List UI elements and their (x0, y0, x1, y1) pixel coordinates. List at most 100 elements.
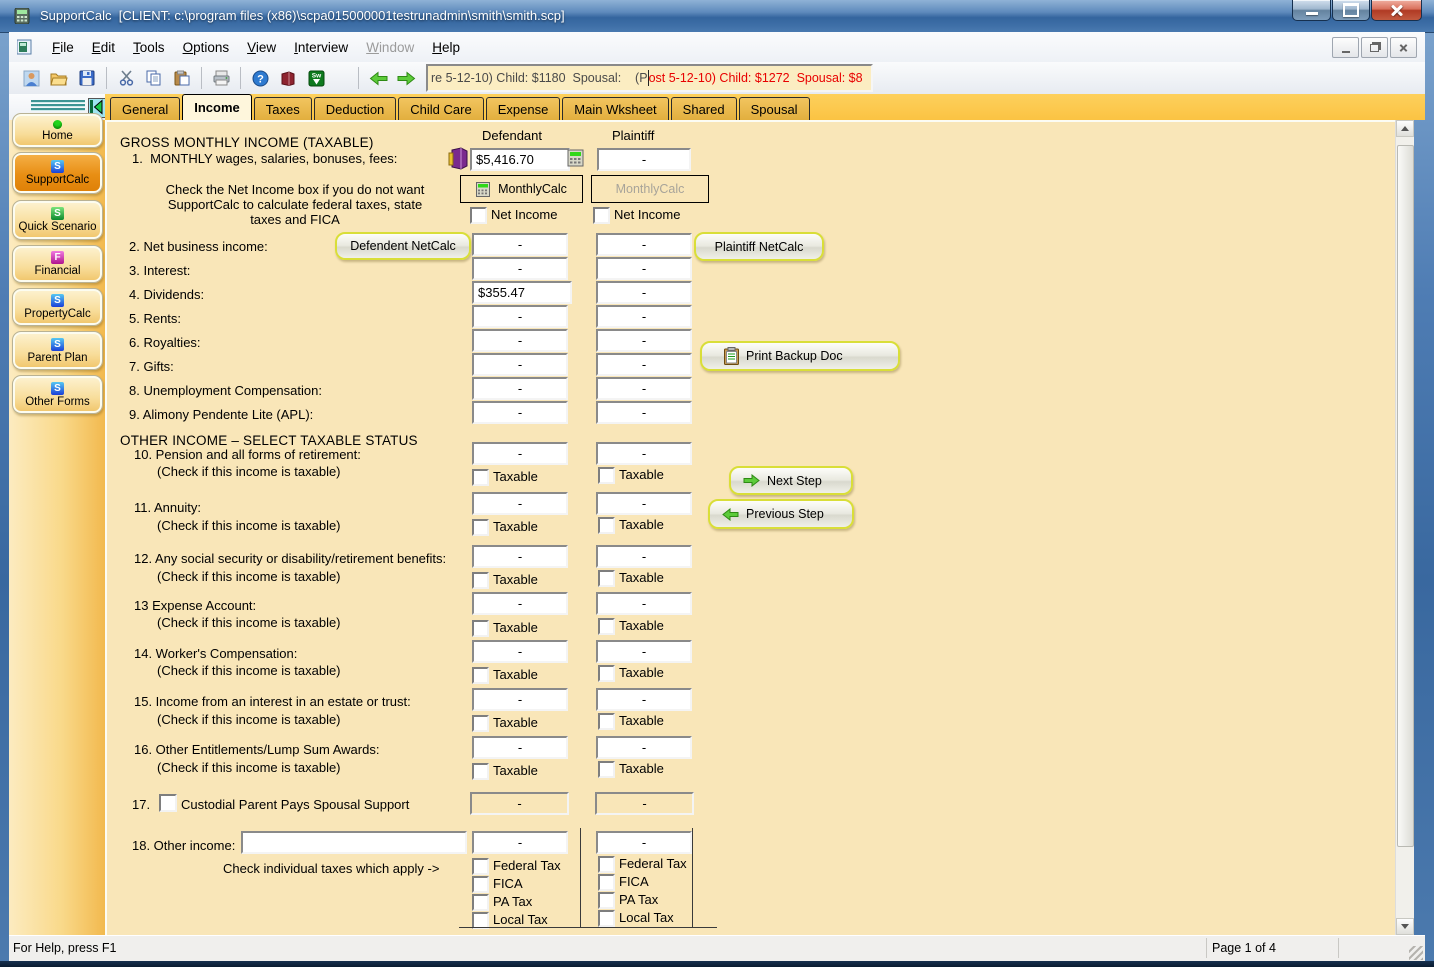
plaintiff-dividends-input[interactable]: - (596, 281, 692, 304)
cut-button[interactable] (113, 65, 139, 91)
plaintiff-workers-comp-input[interactable]: - (596, 640, 692, 663)
plaintiff-estate-trust-taxable-checkbox[interactable] (598, 713, 615, 730)
defendant-apl-input[interactable]: - (472, 401, 568, 424)
plaintiff-netcalc-button[interactable]: Plaintiff NetCalc (694, 232, 824, 261)
defendant-other-income-input[interactable]: - (472, 831, 568, 854)
mdi-restore-button[interactable] (1361, 37, 1388, 58)
sidebar-item-propertycalc[interactable]: S PropertyCalc (12, 288, 103, 326)
save-button[interactable] (74, 65, 100, 91)
plaintiff-pension-input[interactable]: - (596, 442, 692, 465)
plaintiff-annuity-input[interactable]: - (596, 492, 692, 515)
defendant-wages-input[interactable]: $5,416.70 (470, 148, 570, 171)
tab-income[interactable]: Income (182, 94, 252, 120)
defendant-annuity-taxable-checkbox[interactable] (472, 519, 489, 536)
defendant-entitlements-taxable-checkbox[interactable] (472, 763, 489, 780)
tab-main-wksheet[interactable]: Main Wksheet (562, 97, 669, 120)
plaintiff-entitlements-taxable-checkbox[interactable] (598, 761, 615, 778)
defendant-expense-account-input[interactable]: - (472, 592, 568, 615)
sidebar-item-financial[interactable]: F Financial (12, 245, 103, 283)
plaintiff-wages-input[interactable]: - (597, 148, 691, 171)
menu-tools[interactable]: Tools (124, 36, 174, 59)
defendant-federal-tax-checkbox[interactable] (472, 858, 489, 875)
plaintiff-federal-tax-checkbox[interactable] (598, 856, 615, 873)
mdi-minimize-button[interactable] (1332, 37, 1359, 58)
plaintiff-pa-tax-checkbox[interactable] (598, 892, 615, 909)
print-button[interactable] (208, 65, 234, 91)
menu-interview[interactable]: Interview (285, 36, 357, 59)
defendant-estate-trust-taxable-checkbox[interactable] (472, 715, 489, 732)
plaintiff-fica-checkbox[interactable] (598, 874, 615, 891)
plaintiff-other-income-input[interactable]: - (596, 831, 692, 854)
defendant-annuity-input[interactable]: - (472, 492, 568, 515)
menu-grip-icon[interactable] (31, 100, 85, 112)
sidebar-item-other-forms[interactable]: S Other Forms (12, 375, 103, 414)
defendant-social-security-input[interactable]: - (472, 545, 568, 568)
plaintiff-royalties-input[interactable]: - (596, 329, 692, 352)
plaintiff-workers-comp-taxable-checkbox[interactable] (598, 665, 615, 682)
plaintiff-unemployment-input[interactable]: - (596, 377, 692, 400)
menu-options[interactable]: Options (174, 36, 239, 59)
calculator-icon[interactable] (567, 149, 584, 167)
defendant-estate-trust-input[interactable]: - (472, 688, 568, 711)
support-summary-field[interactable]: re 5-12-10) Child: $1180 Spousal: (P ost … (426, 64, 873, 92)
sidebar-item-quick-scenario[interactable]: S Quick Scenario (12, 200, 103, 240)
copy-button[interactable] (141, 65, 167, 91)
vertical-scrollbar[interactable] (1395, 120, 1414, 935)
plaintiff-local-tax-checkbox[interactable] (598, 910, 615, 927)
tab-deduction[interactable]: Deduction (313, 97, 397, 120)
scroll-up-button[interactable] (1396, 120, 1414, 137)
plaintiff-entitlements-input[interactable]: - (596, 736, 692, 759)
defendant-royalties-input[interactable]: - (472, 329, 568, 352)
defendant-pension-taxable-checkbox[interactable] (472, 469, 489, 486)
defendant-netcalc-button[interactable]: Defendent NetCalc (335, 232, 471, 260)
plaintiff-expense-account-taxable-checkbox[interactable] (598, 618, 615, 635)
next-arrow-button[interactable] (393, 65, 419, 91)
menu-file[interactable]: File (43, 36, 83, 59)
plaintiff-pension-taxable-checkbox[interactable] (598, 467, 615, 484)
tab-spousal[interactable]: Spousal (738, 97, 810, 120)
defendant-entitlements-input[interactable]: - (472, 736, 568, 759)
plaintiff-net-income-checkbox[interactable] (593, 207, 610, 224)
plaintiff-interest-input[interactable]: - (596, 257, 692, 280)
defendant-workers-comp-input[interactable]: - (472, 640, 568, 663)
tab-shared[interactable]: Shared (670, 97, 737, 120)
sidebar-item-parent-plan[interactable]: S Parent Plan (12, 331, 103, 370)
defendant-dividends-input[interactable]: $355.47 (472, 281, 572, 304)
plaintiff-estate-trust-input[interactable]: - (596, 688, 692, 711)
defendant-net-income-checkbox[interactable] (470, 207, 487, 224)
menu-view[interactable]: View (238, 36, 285, 59)
previous-arrow-button[interactable] (365, 65, 391, 91)
plaintiff-expense-account-input[interactable]: - (596, 592, 692, 615)
tab-child-care[interactable]: Child Care (398, 97, 484, 120)
mdi-close-button[interactable] (1390, 37, 1417, 58)
plaintiff-social-security-input[interactable]: - (596, 545, 692, 568)
manual-button[interactable] (275, 65, 301, 91)
software-update-button[interactable]: Sw (303, 65, 329, 91)
client-info-button[interactable] (18, 65, 44, 91)
defendant-interest-input[interactable]: - (472, 257, 568, 280)
defendant-workers-comp-taxable-checkbox[interactable] (472, 667, 489, 684)
defendant-fica-checkbox[interactable] (472, 876, 489, 893)
plaintiff-rents-input[interactable]: - (596, 305, 692, 328)
open-button[interactable] (46, 65, 72, 91)
defendant-expense-account-taxable-checkbox[interactable] (472, 620, 489, 637)
minimize-button[interactable] (1292, 0, 1331, 21)
plaintiff-annuity-taxable-checkbox[interactable] (598, 517, 615, 534)
plaintiff-net-business-input[interactable]: - (596, 233, 692, 256)
defendant-net-business-input[interactable]: - (472, 233, 568, 256)
scrollbar-thumb[interactable] (1397, 145, 1414, 847)
maximize-button[interactable] (1332, 0, 1370, 21)
defendant-pension-input[interactable]: - (472, 442, 568, 465)
ledger-book-icon[interactable] (448, 147, 469, 170)
defendant-social-security-taxable-checkbox[interactable] (472, 572, 489, 589)
menu-help[interactable]: Help (423, 36, 469, 59)
help-button[interactable]: ? (247, 65, 273, 91)
close-button[interactable] (1371, 0, 1422, 21)
defendant-rents-input[interactable]: - (472, 305, 568, 328)
menu-edit[interactable]: Edit (83, 36, 124, 59)
sidebar-item-home[interactable]: Home (12, 113, 103, 148)
custodial-parent-checkbox[interactable] (159, 794, 177, 812)
defendant-gifts-input[interactable]: - (472, 353, 568, 376)
defendant-monthlycalc-button[interactable]: MonthlyCalc (460, 175, 583, 203)
defendant-unemployment-input[interactable]: - (472, 377, 568, 400)
